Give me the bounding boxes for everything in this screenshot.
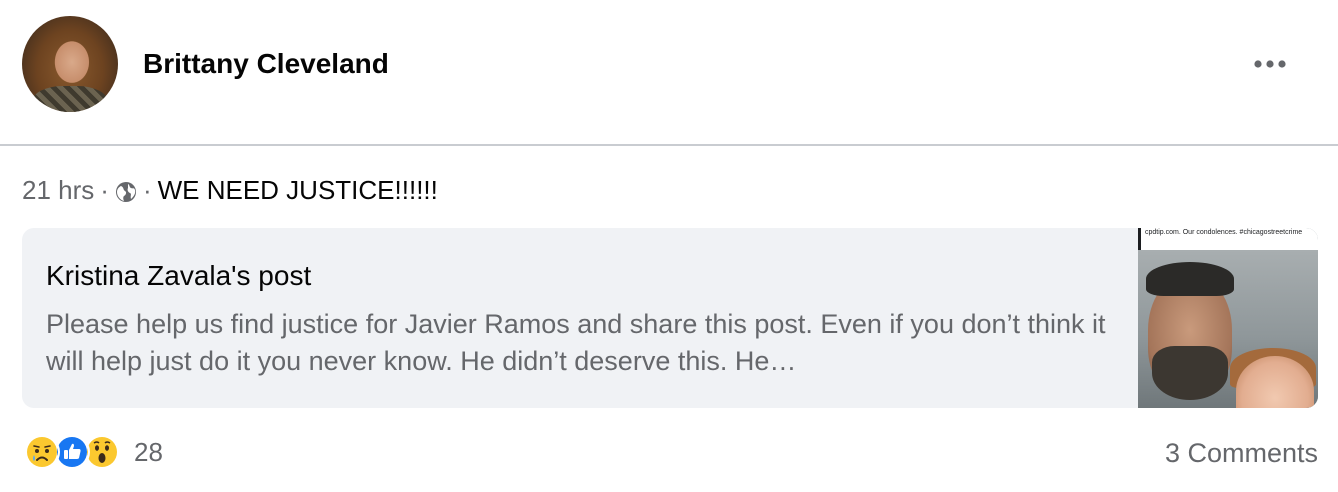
shared-post-title[interactable]: Kristina Zavala's post (46, 260, 311, 292)
meta-separator: · (100, 174, 109, 205)
post-text: WE NEED JUSTICE!!!!!! (157, 174, 438, 205)
header-divider (0, 144, 1338, 146)
comments-link[interactable]: 3 Comments (1165, 438, 1318, 469)
thumbnail-photo-detail (1146, 262, 1234, 296)
reactions-summary[interactable]: 28 (24, 434, 163, 470)
shared-post-card[interactable]: Kristina Zavala's post Please help us fi… (22, 228, 1318, 408)
globe-icon[interactable] (115, 179, 137, 202)
shared-post-thumbnail[interactable]: cpdtip.com. Our condolences. #chicagostr… (1138, 228, 1318, 408)
shared-post-body: Please help us find justice for Javier R… (46, 309, 1106, 376)
more-options-button[interactable] (1250, 46, 1290, 82)
avatar-detail (32, 86, 108, 112)
post-header: Brittany Cleveland (0, 0, 1338, 145)
author-name[interactable]: Brittany Cleveland (143, 48, 389, 80)
post-meta: 21 hrs · · WE NEED JUSTICE!!!!!! (22, 172, 438, 208)
post-footer: 28 3 Comments (0, 430, 1338, 480)
thumbnail-photo-detail (1152, 346, 1228, 400)
meta-separator: · (142, 174, 152, 205)
reaction-count: 28 (134, 436, 163, 467)
author-avatar[interactable] (22, 16, 118, 112)
sad-reaction-icon (24, 434, 60, 470)
more-horizontal-icon (1254, 60, 1286, 68)
thumbnail-caption: cpdtip.com. Our condolences. #chicagostr… (1138, 228, 1318, 250)
post-timestamp[interactable]: 21 hrs (22, 175, 94, 206)
